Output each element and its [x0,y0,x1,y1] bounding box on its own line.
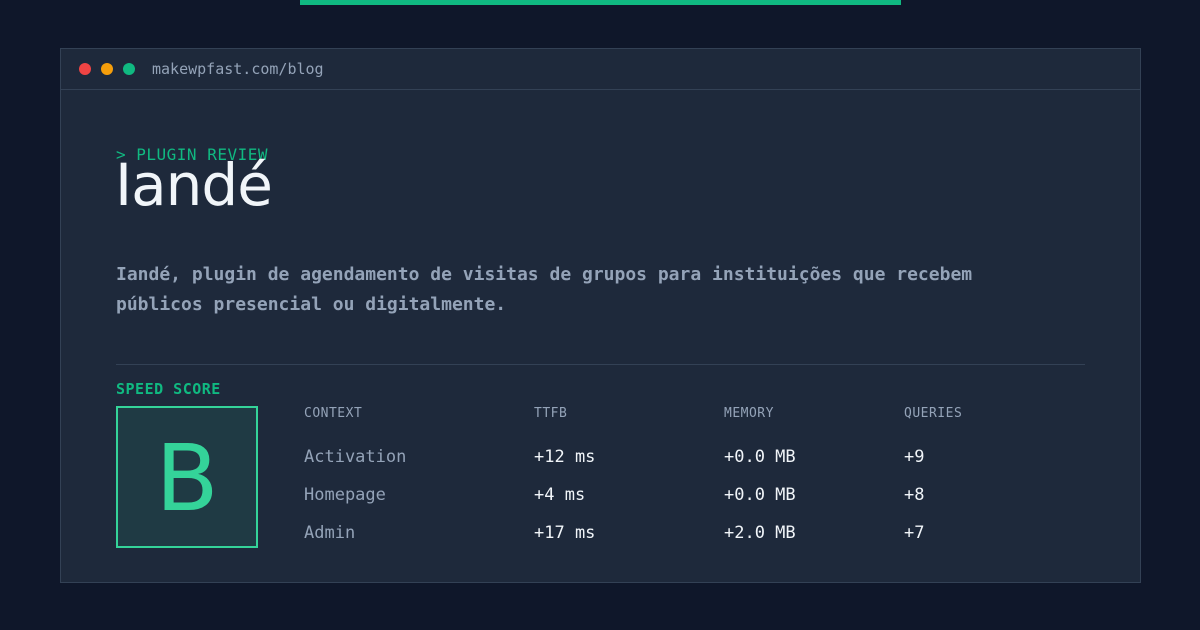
memory-cell: +2.0 MB [724,523,796,543]
minimize-dot-icon [101,63,113,75]
speed-grade: B [155,425,219,532]
memory-cell: +0.0 MB [724,485,796,505]
maximize-dot-icon [123,63,135,75]
ttfb-cell: +17 ms [534,523,596,543]
context-cell: Homepage [304,485,386,505]
window-titlebar: makewpfast.com/blog [61,49,1140,90]
ttfb-cell: +12 ms [534,447,596,467]
top-accent-bar [300,0,901,5]
column-header-ttfb: TTFB [534,406,568,421]
queries-cell: +7 [904,523,925,543]
queries-cell: +9 [904,447,925,467]
context-cell: Admin [304,523,356,543]
plugin-description: Iandé, plugin de agendamento de visitas … [116,264,973,315]
context-cell: Activation [304,447,407,467]
speed-score-label: SPEED SCORE [116,380,221,398]
ttfb-cell: +4 ms [534,485,586,505]
memory-cell: +0.0 MB [724,447,796,467]
queries-cell: +8 [904,485,925,505]
column-header-context: CONTEXT [304,406,363,421]
column-header-queries: QUERIES [904,406,963,421]
speed-grade-badge: B [116,406,258,548]
section-divider [116,364,1085,365]
page-title: Iandé [115,151,273,219]
column-header-memory: MEMORY [724,406,774,421]
browser-window: makewpfast.com/blog > PLUGIN REVIEW Iand… [60,48,1141,583]
close-dot-icon [79,63,91,75]
url-text: makewpfast.com/blog [152,60,324,78]
